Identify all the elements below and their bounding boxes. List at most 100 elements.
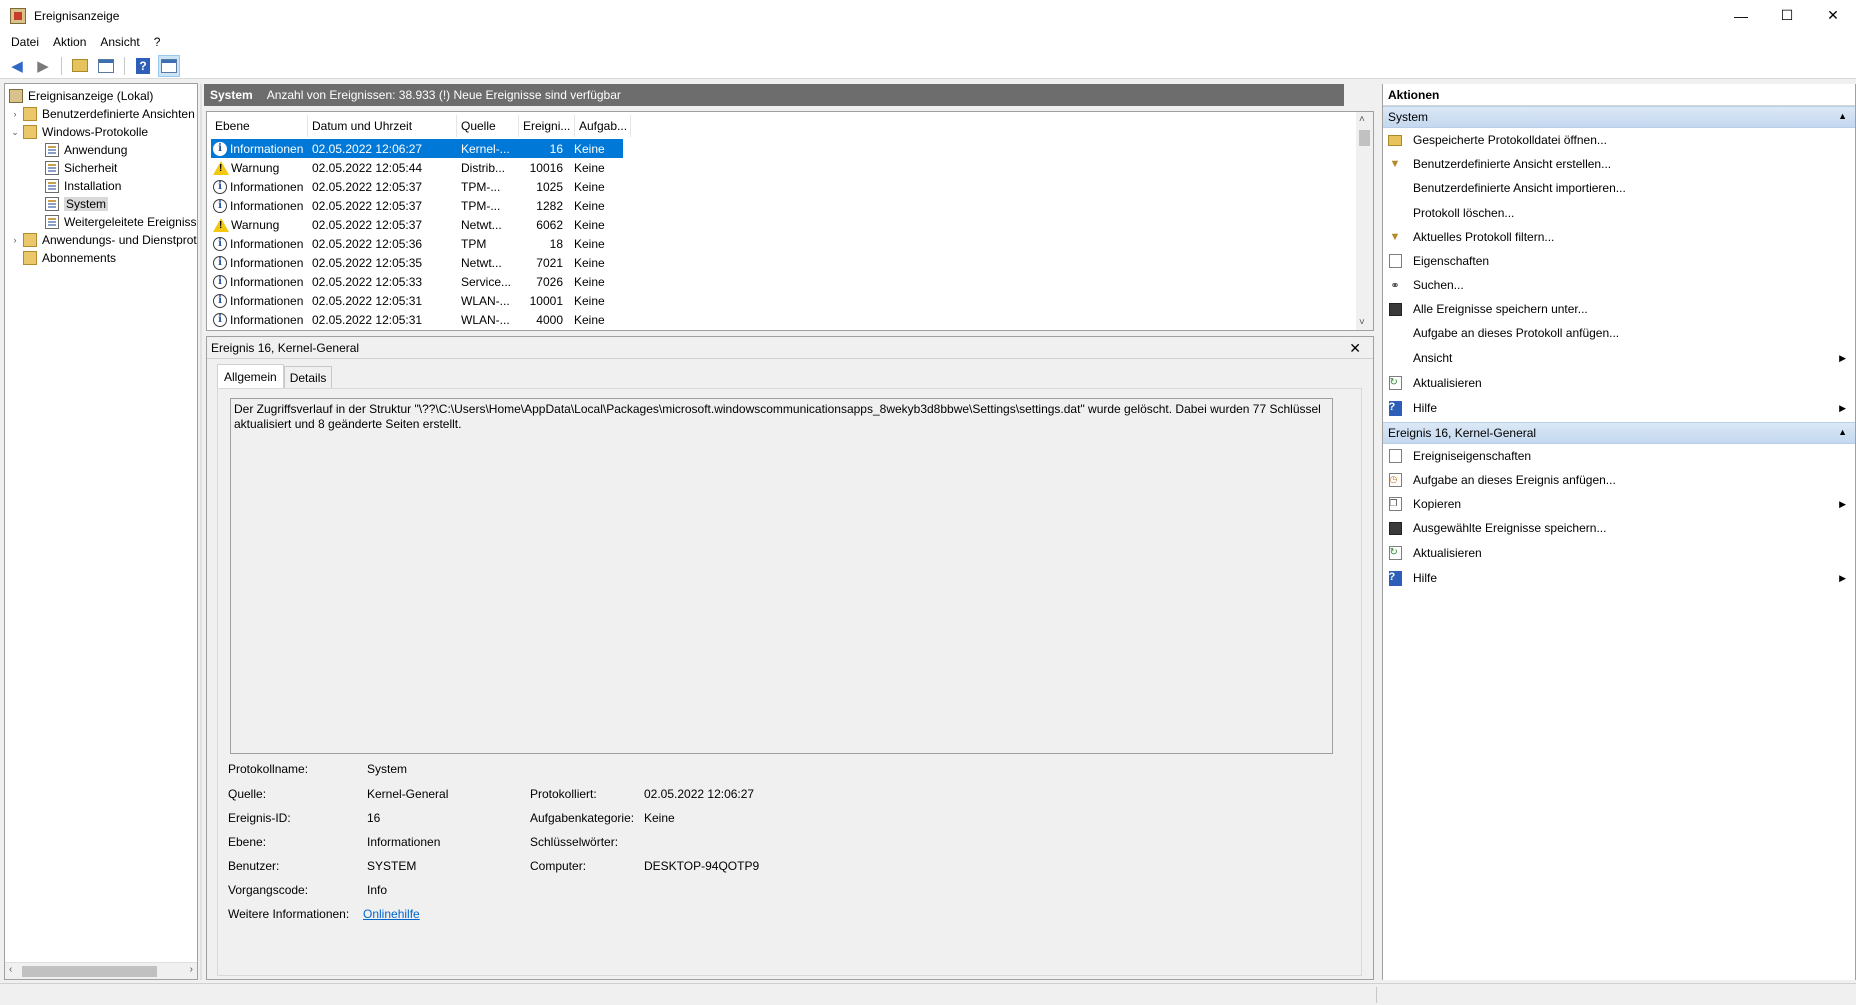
scroll-right-icon[interactable]: › bbox=[190, 964, 193, 975]
actions-section-event[interactable]: Ereignis 16, Kernel-General ▲ bbox=[1383, 422, 1855, 444]
action-aktualisieren[interactable]: ↻ Aktualisieren bbox=[1387, 543, 1852, 563]
column-header-datum[interactable]: Datum und Uhrzeit bbox=[308, 115, 457, 137]
maximize-button[interactable]: ☐ bbox=[1764, 0, 1810, 31]
folder-icon bbox=[23, 233, 37, 247]
column-header-ebene[interactable]: Ebene bbox=[211, 115, 308, 137]
event-row[interactable]: Warnung 02.05.2022 12:05:44 Distrib... 1001… bbox=[211, 158, 623, 177]
collapse-caret-icon[interactable]: ▲ bbox=[1838, 427, 1847, 437]
event-row[interactable]: Warnung 02.05.2022 12:05:37 Netwt... 6062 Ke… bbox=[211, 215, 623, 234]
toolbar-separator bbox=[61, 56, 62, 75]
tree-item-forwarded-events[interactable]: Weitergeleitete Ereignisse bbox=[45, 213, 197, 231]
action-aktualisieren[interactable]: ↻ Aktualisieren bbox=[1387, 373, 1852, 393]
event-row[interactable]: i Informationen 02.05.2022 12:05:37 TPM-...… bbox=[211, 196, 623, 215]
refresh-icon: ↻ bbox=[1387, 375, 1403, 391]
menu-help[interactable]: ? bbox=[147, 35, 168, 49]
action-label: Alle Ereignisse speichern unter... bbox=[1413, 302, 1588, 316]
menu-ansicht[interactable]: Ansicht bbox=[93, 35, 146, 49]
column-header-aufgabe[interactable]: Aufgab... bbox=[575, 115, 631, 137]
column-header-quelle[interactable]: Quelle bbox=[457, 115, 519, 137]
tab-allgemein[interactable]: Allgemein bbox=[217, 364, 284, 388]
action-kopieren[interactable]: ❐ Kopieren ▶ bbox=[1387, 494, 1852, 514]
event-message[interactable]: Der Zugriffsverlauf in der Struktur "\??… bbox=[230, 398, 1333, 754]
tree-item-custom-views[interactable]: › Benutzerdefinierte Ansichten bbox=[9, 105, 195, 123]
tree-item-subscriptions[interactable]: Abonnements bbox=[21, 249, 116, 267]
tree-item-app-service-logs[interactable]: › Anwendungs- und Dienstprotokolle bbox=[9, 231, 197, 249]
event-level: i Informationen bbox=[211, 141, 308, 156]
scroll-left-icon[interactable]: ‹ bbox=[9, 964, 12, 975]
event-row[interactable]: i Informationen 02.05.2022 12:06:27 Kernel-… bbox=[211, 139, 623, 158]
event-row[interactable]: i Informationen 02.05.2022 12:05:33 Service… bbox=[211, 272, 623, 291]
tree-root[interactable]: Ereignisanzeige (Lokal) bbox=[9, 87, 153, 105]
event-source: Netwt... bbox=[461, 255, 502, 270]
up-folder-icon[interactable] bbox=[69, 55, 91, 77]
action-gespeicherte-protokolldatei-öffnen[interactable]: Gespeicherte Protokolldatei öffnen... bbox=[1387, 130, 1852, 150]
forward-arrow-icon[interactable]: ▶ bbox=[32, 55, 54, 77]
no-icon bbox=[1387, 180, 1403, 196]
splitter[interactable] bbox=[200, 84, 202, 980]
menu-aktion[interactable]: Aktion bbox=[46, 35, 93, 49]
show-hide-action-pane-icon[interactable] bbox=[158, 54, 180, 77]
event-row[interactable]: i Informationen 02.05.2022 12:05:31 WLAN-..… bbox=[211, 310, 623, 329]
action-aktuelles-protokoll-filtern[interactable]: ▼ Aktuelles Protokoll filtern... bbox=[1387, 227, 1852, 247]
event-detail-title: Ereignis 16, Kernel-General bbox=[211, 340, 360, 355]
scrollbar-thumb[interactable] bbox=[1359, 130, 1370, 146]
scroll-down-icon[interactable]: ˅ bbox=[1359, 317, 1365, 328]
event-datetime: 02.05.2022 12:05:31 bbox=[312, 312, 423, 327]
tree-horizontal-scrollbar[interactable]: ‹ › bbox=[5, 962, 197, 979]
minimize-button[interactable]: — bbox=[1718, 0, 1764, 31]
action-ausgewählte-ereignisse-speichern[interactable]: Ausgewählte Ereignisse speichern... bbox=[1387, 518, 1852, 538]
event-level-text: Informationen bbox=[230, 274, 304, 289]
action-alle-ereignisse-speichern-unter[interactable]: Alle Ereignisse speichern unter... bbox=[1387, 299, 1852, 319]
back-arrow-icon[interactable]: ◀ bbox=[6, 55, 28, 77]
event-level: i Informationen bbox=[211, 255, 308, 270]
tree-item-anwendung[interactable]: Anwendung bbox=[45, 141, 127, 159]
action-ereigniseigenschaften[interactable]: Ereigniseigenschaften bbox=[1387, 446, 1852, 466]
collapse-caret-icon[interactable]: ▲ bbox=[1838, 111, 1847, 121]
event-id: 7021 bbox=[536, 255, 563, 270]
collapse-chevron-icon[interactable]: ⌄ bbox=[9, 127, 21, 138]
action-hilfe[interactable]: ? Hilfe ▶ bbox=[1387, 398, 1852, 418]
action-protokoll-löschen[interactable]: Protokoll löschen... bbox=[1387, 203, 1852, 223]
scrollbar-thumb[interactable] bbox=[22, 966, 157, 977]
console-tree: Ereignisanzeige (Lokal) › Benutzerdefini… bbox=[4, 83, 198, 980]
show-hide-console-tree-icon[interactable] bbox=[95, 55, 117, 77]
action-aufgabe-an-dieses-protokoll-anfügen[interactable]: Aufgabe an dieses Protokoll anfügen... bbox=[1387, 323, 1852, 343]
detail-tabs: Allgemein Details bbox=[217, 364, 333, 388]
action-benutzerdefinierte-ansicht-importieren[interactable]: Benutzerdefinierte Ansicht importieren..… bbox=[1387, 178, 1852, 198]
column-header-ereignis-id[interactable]: Ereigni... bbox=[519, 115, 575, 137]
event-list-vertical-scrollbar[interactable]: ˄ ˅ bbox=[1356, 112, 1373, 330]
info-icon: i bbox=[213, 293, 227, 308]
action-suchen[interactable]: ⚭ Suchen... bbox=[1387, 275, 1852, 295]
folder-icon bbox=[23, 107, 37, 121]
event-row[interactable]: i Informationen 02.05.2022 12:05:35 Netwt..… bbox=[211, 253, 623, 272]
event-task: Keine bbox=[574, 198, 605, 213]
info-icon: i bbox=[213, 198, 227, 213]
expand-chevron-icon[interactable]: › bbox=[9, 109, 21, 119]
action-eigenschaften[interactable]: Eigenschaften bbox=[1387, 251, 1852, 271]
onlinehilfe-link[interactable]: Onlinehilfe bbox=[363, 907, 420, 921]
event-source: Kernel-... bbox=[461, 141, 510, 156]
scroll-up-icon[interactable]: ˄ bbox=[1359, 114, 1365, 125]
close-detail-icon[interactable]: ✕ bbox=[1349, 340, 1361, 357]
actions-section-system[interactable]: System ▲ bbox=[1383, 106, 1855, 128]
tree-item-system[interactable]: System bbox=[45, 195, 109, 213]
event-id: 6062 bbox=[536, 217, 563, 232]
action-hilfe[interactable]: ? Hilfe ▶ bbox=[1387, 568, 1852, 588]
event-row[interactable]: i Informationen 02.05.2022 12:05:36 TPM 18 Ke… bbox=[211, 234, 623, 253]
close-button[interactable]: ✕ bbox=[1810, 0, 1856, 31]
tree-item-installation[interactable]: Installation bbox=[45, 177, 121, 195]
action-label: Aktuelles Protokoll filtern... bbox=[1413, 230, 1555, 244]
expand-chevron-icon[interactable]: › bbox=[9, 235, 21, 245]
menu-datei[interactable]: Datei bbox=[4, 35, 46, 49]
tree-item-windows-logs[interactable]: ⌄ Windows-Protokolle bbox=[9, 123, 148, 141]
action-benutzerdefinierte-ansicht-erstellen[interactable]: ▼ Benutzerdefinierte Ansicht erstellen... bbox=[1387, 154, 1852, 174]
tree-item-sicherheit[interactable]: Sicherheit bbox=[45, 159, 117, 177]
event-row[interactable]: i Informationen 02.05.2022 12:05:37 TPM-...… bbox=[211, 177, 623, 196]
help-icon[interactable]: ? bbox=[132, 55, 154, 77]
event-task: Keine bbox=[574, 312, 605, 327]
action-ansicht[interactable]: Ansicht ▶ bbox=[1387, 348, 1852, 368]
event-row[interactable]: i Informationen 02.05.2022 12:05:31 WLAN-..… bbox=[211, 291, 623, 310]
tab-details[interactable]: Details bbox=[283, 366, 333, 388]
action-aufgabe-an-dieses-ereignis-anfügen[interactable]: ◷ Aufgabe an dieses Ereignis anfügen... bbox=[1387, 470, 1852, 490]
prop-label-schluesselwoerter: Schlüsselwörter: bbox=[530, 835, 619, 849]
